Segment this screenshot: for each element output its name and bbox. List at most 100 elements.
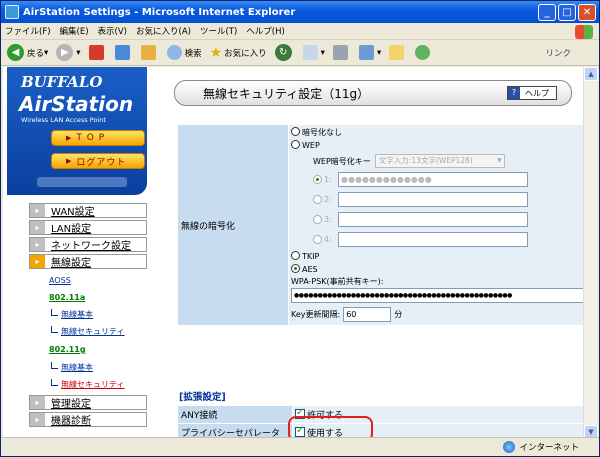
history-button[interactable]: ↻ bbox=[274, 44, 295, 61]
help-icon: ? bbox=[508, 87, 520, 99]
minimize-button[interactable]: _ bbox=[538, 4, 556, 21]
wep-key1-radio[interactable] bbox=[313, 174, 322, 184]
browser-window: AirStation Settings - Microsoft Internet… bbox=[0, 0, 600, 457]
page-title: 無線セキュリティ設定（11g） ? ヘルプ bbox=[174, 80, 572, 106]
forward-arrow-icon: ▶ bbox=[56, 44, 74, 61]
window-title: AirStation Settings - Microsoft Internet… bbox=[23, 6, 296, 18]
menu-help[interactable]: ヘルプ(H) bbox=[246, 25, 285, 37]
nav-80211a[interactable]: 802.11a bbox=[49, 293, 85, 302]
menu-tools[interactable]: ツール(T) bbox=[200, 25, 237, 37]
menu-edit[interactable]: 編集(E) bbox=[60, 25, 89, 37]
wep-key2-input[interactable] bbox=[338, 191, 528, 207]
toolbar: ◀ 戻る ▾ ▶ ▾ 検索 ★ お気に入り ↻ ▾ ▾ bbox=[1, 40, 599, 66]
nav-lan[interactable]: ▸ LAN設定 bbox=[29, 220, 147, 235]
wep-key1-input[interactable]: ●●●●●●●●●●●●● bbox=[338, 171, 528, 187]
airstation-logo: AirStation bbox=[19, 92, 134, 116]
nav-admin[interactable]: ▸ 管理設定 bbox=[29, 395, 147, 410]
maximize-button[interactable]: □ bbox=[558, 4, 576, 21]
wep-key4-input[interactable] bbox=[338, 231, 528, 247]
mail-icon bbox=[302, 45, 318, 60]
search-icon bbox=[166, 45, 182, 60]
messenger-button[interactable] bbox=[415, 45, 433, 60]
back-button[interactable]: ◀ 戻る ▾ bbox=[7, 44, 48, 61]
encryption-label: 無線の暗号化 bbox=[177, 124, 289, 326]
logout-button[interactable]: ▶ ログアウト bbox=[51, 153, 145, 169]
ie-icon bbox=[5, 5, 19, 19]
folder-button[interactable] bbox=[389, 45, 407, 60]
close-button[interactable]: ✕ bbox=[578, 4, 596, 21]
wep-key-type-select[interactable]: 文字入力:13文字(WEP128) bbox=[374, 154, 505, 168]
help-button[interactable]: ? ヘルプ bbox=[507, 86, 557, 100]
title-bar: AirStation Settings - Microsoft Internet… bbox=[1, 1, 599, 23]
menu-favorites[interactable]: お気に入り(A) bbox=[136, 25, 191, 37]
any-connection-label: ANY接続 bbox=[177, 405, 293, 424]
encryption-options: 暗号化なし WEP WEP暗号化キー 文字入力:13文字(WEP128) 1:●… bbox=[288, 124, 585, 326]
tree-branch-icon bbox=[51, 362, 58, 369]
tree-branch-icon bbox=[51, 379, 58, 386]
folder-icon bbox=[389, 45, 405, 60]
rekey-interval-input[interactable]: 60 bbox=[343, 307, 392, 322]
nav-diagnostics[interactable]: ▸ 機器診断 bbox=[29, 412, 147, 427]
nav-marker-icon: ▸ bbox=[30, 413, 45, 426]
edit-button[interactable]: ▾ bbox=[358, 45, 381, 60]
option-wep[interactable]: WEP bbox=[291, 140, 585, 153]
wep-key3-radio[interactable] bbox=[313, 214, 322, 224]
print-icon bbox=[332, 45, 348, 60]
radio-aes[interactable] bbox=[291, 264, 300, 273]
radio-tkip[interactable] bbox=[291, 251, 300, 260]
favorites-button[interactable]: ★ お気に入り bbox=[210, 45, 267, 61]
globe-icon bbox=[503, 441, 516, 453]
nav-marker-icon: ▸ bbox=[30, 396, 45, 409]
nav-a-security[interactable]: 無線セキュリティ bbox=[51, 326, 125, 337]
menu-bar: ファイル(F) 編集(E) 表示(V) お気に入り(A) ツール(T) ヘルプ(… bbox=[1, 23, 599, 40]
option-none[interactable]: 暗号化なし bbox=[291, 127, 585, 140]
back-arrow-icon: ◀ bbox=[7, 44, 24, 61]
edit-icon bbox=[358, 45, 374, 60]
star-icon: ★ bbox=[209, 44, 223, 61]
refresh-button[interactable] bbox=[114, 45, 133, 60]
encryption-table: 無線の暗号化 暗号化なし WEP WEP暗号化キー 文字入力:13文字(WEP1… bbox=[177, 124, 585, 326]
nav-marker-icon: ▸ bbox=[30, 255, 45, 268]
forward-button[interactable]: ▶ ▾ bbox=[56, 44, 81, 61]
nav-a-basic[interactable]: 無線基本 bbox=[51, 309, 93, 320]
extended-settings-header: [拡張設定] bbox=[179, 392, 226, 403]
radio-wep[interactable] bbox=[291, 140, 300, 149]
arrow-icon: ▶ bbox=[66, 157, 73, 165]
wep-key2-radio[interactable] bbox=[313, 194, 322, 204]
stop-button[interactable] bbox=[88, 45, 107, 60]
nav-80211g[interactable]: 802.11g bbox=[49, 345, 86, 354]
nav-wan[interactable]: ▸ WAN設定 bbox=[29, 203, 147, 218]
status-bar: インターネット bbox=[1, 437, 599, 456]
scroll-up-icon[interactable]: ▲ bbox=[584, 67, 598, 81]
tree-branch-icon bbox=[51, 326, 58, 333]
print-button[interactable] bbox=[332, 45, 351, 60]
psk-label: WPA-PSK(事前共有キー): bbox=[291, 277, 384, 286]
menu-view[interactable]: 表示(V) bbox=[98, 25, 127, 37]
nav-g-basic[interactable]: 無線基本 bbox=[51, 362, 93, 373]
nav-g-security[interactable]: 無線セキュリティ bbox=[51, 379, 125, 390]
wep-key3-input[interactable] bbox=[338, 211, 528, 227]
highlight-circle bbox=[288, 416, 373, 439]
search-button[interactable]: 検索 bbox=[166, 45, 202, 60]
nav-aoss[interactable]: AOSS bbox=[49, 276, 71, 285]
buffalo-logo: BUFFALO bbox=[21, 73, 103, 91]
refresh-icon bbox=[114, 45, 130, 60]
nav-wireless[interactable]: ▸ 無線設定 bbox=[29, 254, 147, 269]
windows-logo-icon bbox=[575, 25, 593, 39]
vertical-scrollbar[interactable]: ▲ ▼ bbox=[583, 67, 598, 439]
nav-marker-icon: ▸ bbox=[30, 204, 45, 217]
nav-marker-icon: ▸ bbox=[30, 238, 45, 251]
menu-file[interactable]: ファイル(F) bbox=[5, 25, 51, 37]
mail-button[interactable]: ▾ bbox=[302, 45, 325, 60]
option-aes[interactable]: AES bbox=[291, 264, 585, 276]
top-button[interactable]: ▶ T O P bbox=[51, 130, 145, 146]
psk-input[interactable]: ●●●●●●●●●●●●●●●●●●●●●●●●●●●●●●●●●●●●●●●●… bbox=[291, 288, 585, 303]
links-button[interactable]: リンク bbox=[545, 47, 571, 59]
nav-network[interactable]: ▸ ネットワーク設定 bbox=[29, 237, 147, 252]
wep-key4-radio[interactable] bbox=[313, 234, 322, 244]
nav-marker-icon: ▸ bbox=[30, 221, 45, 234]
product-subtitle: Wireless LAN Access Point bbox=[21, 116, 106, 124]
option-tkip[interactable]: TKIP bbox=[291, 251, 585, 264]
home-button[interactable] bbox=[140, 45, 159, 60]
radio-none[interactable] bbox=[291, 127, 300, 136]
